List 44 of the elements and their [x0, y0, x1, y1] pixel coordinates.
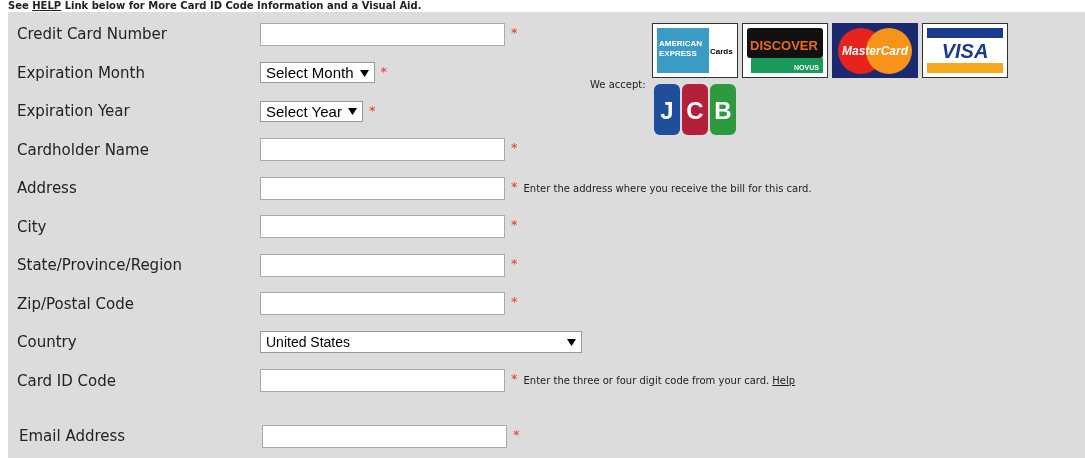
dropdown[interactable]: Select Month [260, 62, 375, 84]
caret-icon [347, 107, 357, 116]
field-label: Email Address [19, 427, 127, 446]
card-logo: AMERICAN EXPRESS Cards [651, 23, 738, 78]
required-mark: * [511, 178, 518, 194]
accepted-cards-label: We accept: [590, 79, 646, 90]
hint-text: Enter the address where you receive the bill for this card. [523, 182, 812, 194]
card-logo: MasterCard [831, 23, 918, 78]
required-mark: * [511, 24, 518, 40]
field-label: Expiration Month [17, 63, 146, 82]
hint-text: Enter the three or four digit code from your card. [523, 375, 770, 387]
input-field[interactable] [260, 253, 505, 277]
required-mark: * [511, 217, 518, 233]
field-label: Card ID Code [17, 371, 117, 390]
required-mark: * [511, 371, 518, 387]
dropdown[interactable]: United States [260, 331, 582, 354]
required-mark: * [368, 102, 376, 118]
card-logo: VISA [921, 23, 1008, 78]
required-mark: * [511, 294, 518, 310]
input-field[interactable] [260, 176, 505, 200]
field-label: Zip/Postal Code [17, 294, 135, 313]
required-mark: * [511, 255, 518, 271]
field-label: Address [17, 179, 78, 198]
help-link[interactable]: Help [772, 375, 796, 387]
input-field[interactable] [260, 138, 505, 162]
input-field[interactable] [260, 215, 505, 239]
caret-icon [567, 338, 576, 347]
instruction-text: See HELP Link below for More Card ID Code Information and a Visual Aid. [7, 0, 423, 12]
required-mark: * [380, 64, 388, 80]
input-field[interactable] [260, 22, 505, 46]
field-label: Country [17, 333, 78, 352]
field-label: Credit Card Number [17, 25, 168, 44]
field-label: Cardholder Name [17, 140, 150, 159]
input-field[interactable] [260, 369, 505, 393]
caret-icon [359, 68, 369, 77]
field-label: State/Province/Region [17, 256, 183, 275]
card-logo: J C B [651, 82, 738, 137]
input-field[interactable] [260, 292, 505, 316]
required-mark: * [511, 140, 518, 156]
dropdown[interactable]: Select Year [260, 100, 363, 122]
input-field[interactable] [262, 424, 507, 448]
field-label: Expiration Year [17, 102, 131, 121]
required-mark: * [513, 426, 520, 442]
field-label: City [17, 217, 48, 236]
